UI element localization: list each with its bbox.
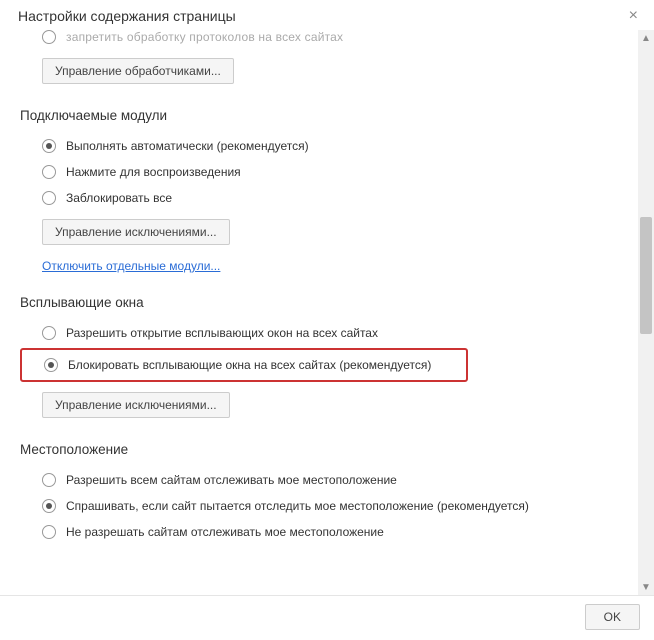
content-wrap: запретить обработку протоколов на всех с… <box>0 30 654 595</box>
location-option-allow[interactable]: Разрешить всем сайтам отслеживать мое ме… <box>20 467 618 493</box>
dialog-footer: OK <box>0 595 654 640</box>
radio-icon[interactable] <box>42 30 56 44</box>
radio-label: запретить обработку протоколов на всех с… <box>66 30 343 44</box>
radio-label: Разрешить всем сайтам отслеживать мое ме… <box>66 473 397 487</box>
radio-icon[interactable] <box>42 473 56 487</box>
radio-icon[interactable] <box>42 326 56 340</box>
location-option-deny[interactable]: Не разрешать сайтам отслеживать мое мест… <box>20 519 618 545</box>
dialog-title: Настройки содержания страницы <box>18 8 625 24</box>
scrollbar-down-arrow-icon[interactable]: ▼ <box>638 579 654 595</box>
close-icon[interactable]: × <box>625 8 642 24</box>
plugins-option-block-all[interactable]: Заблокировать все <box>20 185 618 211</box>
radio-icon[interactable] <box>42 499 56 513</box>
section-title-popups: Всплывающие окна <box>20 295 618 310</box>
scrollbar-up-arrow-icon[interactable]: ▲ <box>638 30 654 46</box>
radio-label: Разрешить открытие всплывающих окон на в… <box>66 326 378 340</box>
radio-label: Спрашивать, если сайт пытается отследить… <box>66 499 529 513</box>
radio-icon[interactable] <box>42 139 56 153</box>
radio-label: Заблокировать все <box>66 191 172 205</box>
vertical-scrollbar[interactable]: ▲ ▼ <box>638 30 654 595</box>
radio-icon[interactable] <box>42 525 56 539</box>
radio-icon[interactable] <box>42 191 56 205</box>
radio-icon[interactable] <box>42 165 56 179</box>
manage-handlers-button[interactable]: Управление обработчиками... <box>42 58 234 84</box>
radio-label: Нажмите для воспроизведения <box>66 165 241 179</box>
radio-label: Не разрешать сайтам отслеживать мое мест… <box>66 525 384 539</box>
ok-button[interactable]: OK <box>585 604 640 630</box>
settings-dialog: Настройки содержания страницы × запретит… <box>0 0 654 640</box>
section-title-plugins: Подключаемые модули <box>20 108 618 123</box>
popups-option-allow[interactable]: Разрешить открытие всплывающих окон на в… <box>20 320 618 346</box>
handlers-option-truncated[interactable]: запретить обработку протоколов на всех с… <box>20 30 618 50</box>
disable-individual-plugins-link[interactable]: Отключить отдельные модули... <box>42 259 220 273</box>
scrollbar-track[interactable] <box>638 46 654 579</box>
manage-popup-exceptions-button[interactable]: Управление исключениями... <box>42 392 230 418</box>
radio-label: Выполнять автоматически (рекомендуется) <box>66 139 309 153</box>
manage-plugin-exceptions-button[interactable]: Управление исключениями... <box>42 219 230 245</box>
scrollbar-thumb[interactable] <box>640 217 652 334</box>
plugins-option-click-to-play[interactable]: Нажмите для воспроизведения <box>20 159 618 185</box>
plugins-option-auto[interactable]: Выполнять автоматически (рекомендуется) <box>20 133 618 159</box>
section-title-location: Местоположение <box>20 442 618 457</box>
dialog-titlebar: Настройки содержания страницы × <box>0 0 654 30</box>
popups-option-block[interactable]: Блокировать всплывающие окна на всех сай… <box>20 348 468 382</box>
location-option-ask[interactable]: Спрашивать, если сайт пытается отследить… <box>20 493 618 519</box>
radio-label: Блокировать всплывающие окна на всех сай… <box>68 358 431 372</box>
content-scroll-area: запретить обработку протоколов на всех с… <box>0 30 638 595</box>
radio-icon[interactable] <box>44 358 58 372</box>
